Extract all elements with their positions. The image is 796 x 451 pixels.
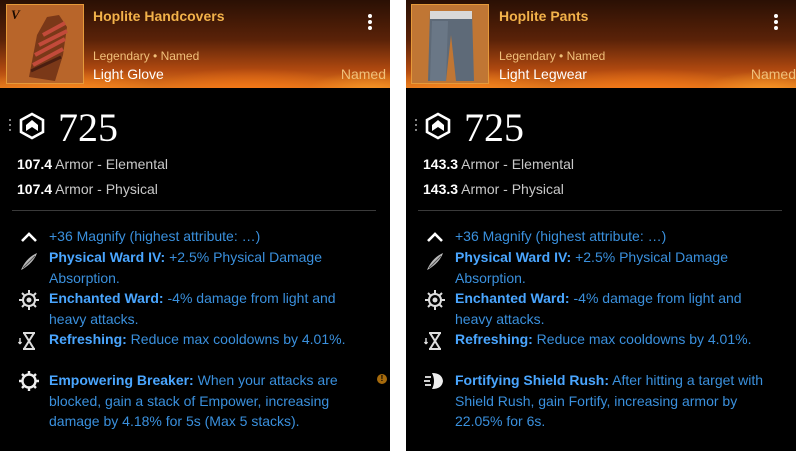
stat-label: Armor - Physical	[55, 181, 158, 197]
perk-refreshing: Refreshing: Reduce max cooldowns by 4.01…	[49, 329, 369, 350]
perk-magnify: +36 Magnify (highest attribute: …)	[455, 226, 775, 247]
perk-physical-ward: Physical Ward IV: +2.5% Physical Damage …	[49, 247, 369, 288]
info-icon[interactable]: !	[377, 374, 387, 384]
stat-value: 143.3	[423, 181, 459, 197]
perk-name: Refreshing:	[49, 331, 127, 347]
perk-physical-ward: Physical Ward IV: +2.5% Physical Damage …	[455, 247, 775, 288]
perk-desc: +36 Magnify (highest attribute: …)	[49, 228, 261, 244]
item-type: Light Legwear	[499, 66, 587, 82]
hourglass-icon	[18, 332, 35, 350]
hourglass-icon	[424, 332, 441, 350]
more-options-icon[interactable]	[770, 12, 782, 30]
chevron-up-icon	[21, 232, 37, 242]
pants-image	[412, 5, 488, 83]
stat-armor-physical: 143.3 Armor - Physical	[423, 181, 564, 197]
item-name: Hoplite Handcovers	[93, 8, 225, 24]
stat-value: 107.4	[17, 156, 53, 172]
perk-desc: Reduce max cooldowns by 4.01%.	[532, 331, 752, 347]
stat-label: Armor - Elemental	[461, 156, 574, 172]
drag-handle-icon[interactable]	[8, 119, 12, 133]
shield-rush-icon	[424, 373, 443, 389]
item-rarity: Legendary • Named	[499, 49, 606, 63]
divider	[12, 210, 376, 211]
cog-icon	[19, 371, 39, 391]
named-badge: Named	[340, 66, 386, 82]
stat-armor-physical: 107.4 Armor - Physical	[17, 181, 158, 197]
gear-burst-icon	[425, 290, 445, 310]
perk-name: Refreshing:	[455, 331, 533, 347]
perk-magnify: +36 Magnify (highest attribute: …)	[49, 226, 369, 247]
perk-desc: +36 Magnify (highest attribute: …)	[455, 228, 667, 244]
stat-value: 107.4	[17, 181, 53, 197]
item-tooltip-hoplite-handcovers: V Hoplite Handcovers Legendary • Named L…	[0, 0, 390, 451]
stat-value: 143.3	[423, 156, 459, 172]
item-rarity: Legendary • Named	[93, 49, 200, 63]
perk-enchanted-ward: Enchanted Ward: -4% damage from light an…	[455, 288, 775, 329]
perk-empowering-breaker: Empowering Breaker: When your attacks ar…	[49, 370, 369, 432]
gear-score-value: 725	[58, 105, 118, 150]
perk-name: Enchanted Ward:	[455, 290, 570, 306]
item-thumbnail: V	[6, 4, 84, 84]
perk-name: Fortifying Shield Rush:	[455, 372, 609, 388]
gear-burst-icon	[19, 290, 39, 310]
perk-name: Physical Ward IV:	[49, 249, 166, 265]
drag-handle-icon[interactable]	[414, 119, 418, 133]
item-thumbnail	[411, 4, 489, 84]
gear-score-icon	[19, 112, 45, 140]
item-name: Hoplite Pants	[499, 8, 589, 24]
stat-label: Armor - Physical	[461, 181, 564, 197]
item-type: Light Glove	[93, 66, 164, 82]
perk-refreshing: Refreshing: Reduce max cooldowns by 4.01…	[455, 329, 775, 350]
stat-armor-elemental: 107.4 Armor - Elemental	[17, 156, 168, 172]
feather-icon	[427, 253, 443, 270]
item-header: Hoplite Pants Legendary • Named Light Le…	[406, 0, 796, 88]
gear-score-value: 725	[464, 105, 524, 150]
gear-score-icon	[425, 112, 451, 140]
named-badge: Named	[750, 66, 796, 82]
divider	[418, 210, 782, 211]
perk-enchanted-ward: Enchanted Ward: -4% damage from light an…	[49, 288, 369, 329]
perk-fortifying-shield-rush: Fortifying Shield Rush: After hitting a …	[455, 370, 775, 432]
chevron-up-icon	[427, 232, 443, 242]
tier-label: V	[11, 7, 20, 22]
item-tooltip-hoplite-pants: Hoplite Pants Legendary • Named Light Le…	[406, 0, 796, 451]
perk-desc: Reduce max cooldowns by 4.01%.	[126, 331, 346, 347]
stat-armor-elemental: 143.3 Armor - Elemental	[423, 156, 574, 172]
perk-name: Enchanted Ward:	[49, 290, 164, 306]
perk-name: Empowering Breaker:	[49, 372, 194, 388]
perk-name: Physical Ward IV:	[455, 249, 572, 265]
feather-icon	[21, 253, 37, 270]
stat-label: Armor - Elemental	[55, 156, 168, 172]
item-header: V Hoplite Handcovers Legendary • Named L…	[0, 0, 390, 88]
more-options-icon[interactable]	[364, 12, 376, 30]
